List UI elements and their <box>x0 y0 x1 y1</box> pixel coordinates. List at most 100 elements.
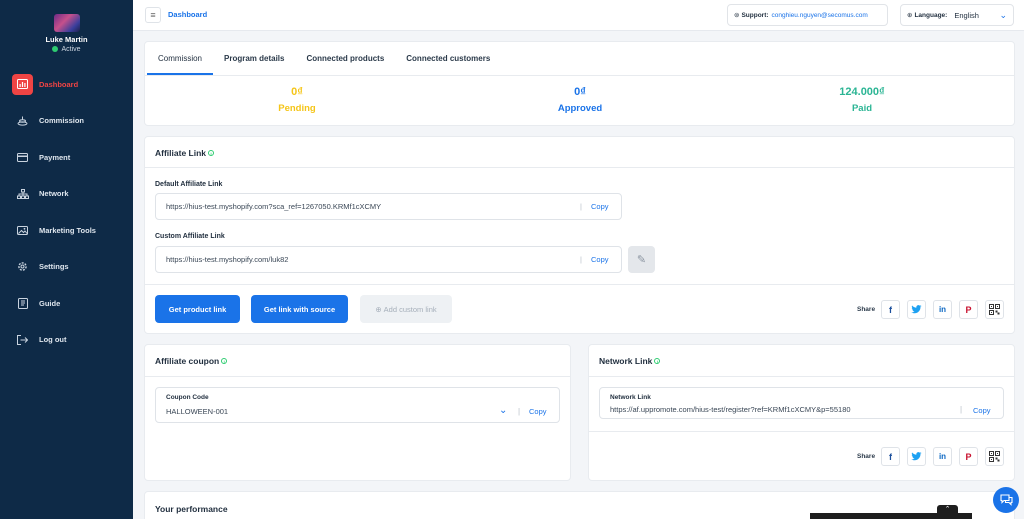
twitter-share-button[interactable] <box>907 300 926 319</box>
sidebar-item-label: Settings <box>39 262 69 271</box>
twitter-icon <box>911 452 922 461</box>
edit-custom-link-button[interactable]: ✎ <box>628 246 655 273</box>
chevron-down-icon: ⌄ <box>999 10 1007 20</box>
language-value: English <box>954 10 979 20</box>
sidebar-item-guide[interactable]: Guide <box>0 292 133 314</box>
sidebar-item-settings[interactable]: Settings <box>0 256 133 278</box>
stat-paid-value: 124.000₫ <box>839 86 885 98</box>
status-dot-icon <box>52 46 59 52</box>
sidebar-item-label: Dashboard <box>39 79 79 89</box>
copy-default-link-button[interactable]: Copy <box>591 202 609 211</box>
sidebar-item-commission[interactable]: Commission <box>0 110 133 132</box>
sidebar-item-payment[interactable]: Payment <box>0 146 133 168</box>
sidebar-item-network[interactable]: Network <box>0 183 133 205</box>
support-box: ⊚ Support: conghieu.nguyen@secomus.com <box>727 4 888 26</box>
pinterest-icon: P <box>965 451 972 462</box>
sidebar-item-logout[interactable]: Log out <box>0 329 133 351</box>
get-link-with-source-button[interactable]: Get link with source <box>251 295 348 323</box>
qr-code-button[interactable] <box>985 447 1004 466</box>
sidebar-item-marketing-tools[interactable]: Marketing Tools <box>0 219 133 241</box>
sidebar-item-label: Guide <box>39 298 61 308</box>
sidebar-item-label: Network <box>39 189 69 198</box>
copy-custom-link-button[interactable]: Copy <box>591 255 609 264</box>
copy-coupon-button[interactable]: Copy <box>529 407 547 416</box>
separator: | <box>960 405 963 414</box>
copy-network-link-button[interactable]: Copy <box>973 406 991 415</box>
facebook-share-button[interactable]: f <box>881 447 900 466</box>
topbar: ≡ Dashboard ⊚ Support: conghieu.nguyen@s… <box>133 0 1024 31</box>
stat-pending: 0₫ Pending <box>237 86 357 114</box>
coupon-code-select[interactable]: Coupon Code HALLOWEEN-001 ⌄ | Copy <box>155 387 560 423</box>
network-link-value: https://af.uppromote.com/hius-test/regis… <box>610 405 851 414</box>
qr-code-button[interactable] <box>985 300 1004 319</box>
tab-connected-customers[interactable]: Connected customers <box>395 42 501 75</box>
book-icon <box>12 293 33 314</box>
linkedin-share-button[interactable]: in <box>933 447 952 466</box>
share-label: Share <box>857 453 876 460</box>
tab-connected-products[interactable]: Connected products <box>295 42 395 75</box>
language-label: Language: <box>914 11 948 19</box>
plus-circle-icon: ⊕ <box>375 304 382 314</box>
stat-paid-label: Paid <box>851 103 873 114</box>
twitter-share-button[interactable] <box>907 447 926 466</box>
commission-card: Commission Program details Connected pro… <box>144 41 1015 126</box>
info-icon[interactable]: i <box>654 358 661 364</box>
sidebar-item-label: Payment <box>39 152 71 162</box>
info-icon[interactable]: i <box>208 150 215 156</box>
image-icon <box>12 220 33 241</box>
divider <box>145 376 570 377</box>
network-link-field[interactable]: Network Link https://af.uppromote.com/hi… <box>599 387 1004 419</box>
linkedin-share-button[interactable]: in <box>933 300 952 319</box>
pinterest-share-button[interactable]: P <box>959 300 978 319</box>
facebook-icon: f <box>889 451 892 462</box>
chevron-up-icon: ⌃ <box>944 506 951 513</box>
facebook-share-button[interactable]: f <box>881 300 900 319</box>
stat-approved-label: Approved <box>557 103 603 114</box>
breadcrumb[interactable]: Dashboard <box>168 10 207 19</box>
stat-approved-value: 0₫ <box>574 86 586 98</box>
avatar[interactable] <box>53 14 80 32</box>
profile: Luke Martin Active <box>0 0 133 53</box>
default-link-value: https://hius-test.myshopify.com?sca_ref=… <box>166 202 382 211</box>
divider <box>145 167 1014 168</box>
get-product-link-button[interactable]: Get product link <box>155 295 240 323</box>
divider <box>145 284 1014 285</box>
default-link-field[interactable]: https://hius-test.myshopify.com?sca_ref=… <box>155 193 622 220</box>
support-email-link[interactable]: conghieu.nguyen@secomus.com <box>772 12 868 19</box>
custom-link-label: Custom Affiliate Link <box>155 233 225 240</box>
default-link-label: Default Affiliate Link <box>155 181 223 188</box>
network-link-title-text: Network Link <box>599 356 653 366</box>
chevron-down-icon: ⌄ <box>499 405 508 416</box>
custom-link-field[interactable]: https://hius-test.myshopify.com/luk82 | … <box>155 246 622 273</box>
card-icon <box>12 147 33 168</box>
tab-commission[interactable]: Commission <box>147 42 214 75</box>
tab-bar: Commission Program details Connected pro… <box>145 42 1014 76</box>
info-icon[interactable]: i <box>221 358 228 364</box>
affiliate-link-title-text: Affiliate Link <box>155 148 207 158</box>
add-custom-link-button[interactable]: ⊕ Add custom link <box>360 295 452 323</box>
language-select[interactable]: ⊕ Language: English ⌄ <box>900 4 1014 26</box>
pinterest-share-button[interactable]: P <box>959 447 978 466</box>
chat-icon <box>999 494 1013 506</box>
affiliate-coupon-title: Affiliate coupon i <box>155 356 228 366</box>
tab-program-details[interactable]: Program details <box>213 42 295 75</box>
pinterest-icon: P <box>965 304 972 315</box>
twitter-icon <box>911 305 922 314</box>
chat-button[interactable] <box>993 487 1019 513</box>
coins-icon <box>12 110 33 131</box>
network-link-label: Network Link <box>610 394 651 401</box>
divider <box>589 376 1014 377</box>
sidebar-item-dashboard[interactable]: Dashboard <box>0 73 133 95</box>
linkedin-icon: in <box>938 305 947 314</box>
linkedin-icon: in <box>938 452 947 461</box>
logout-icon <box>12 329 33 350</box>
scroll-top-button[interactable]: ⌃ <box>937 505 958 515</box>
menu-toggle-button[interactable]: ≡ <box>145 7 161 23</box>
sidebar-nav: Dashboard Commission Payment Network Mar… <box>0 73 133 351</box>
support-label: Support: <box>741 11 769 19</box>
user-status: Active <box>0 46 133 53</box>
edit-icon: ✎ <box>636 254 647 266</box>
globe-icon: ⊕ <box>907 12 913 19</box>
separator: | <box>580 255 582 264</box>
user-name: Luke Martin <box>45 35 88 44</box>
